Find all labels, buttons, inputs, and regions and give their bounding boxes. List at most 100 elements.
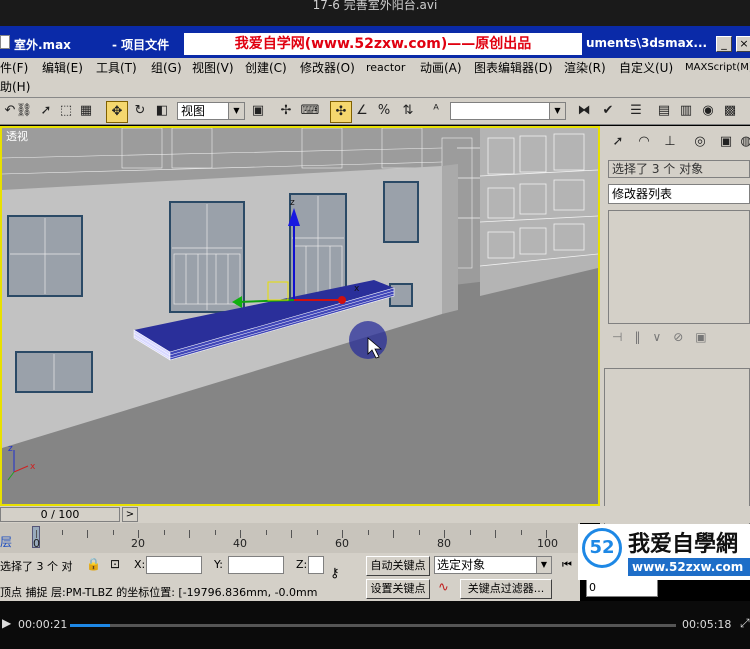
display-tab-icon[interactable]: ▣ [716, 132, 736, 152]
timeline-tick [495, 530, 496, 538]
curve-editor-icon[interactable]: ▤ [654, 101, 674, 121]
select-link-icon[interactable]: ⛓ [14, 101, 34, 121]
named-selection-dropdown[interactable]: ▼ [450, 102, 566, 120]
timeline-tick [316, 530, 318, 535]
menu-animation[interactable]: 动画(A) [420, 60, 462, 76]
menu-create[interactable]: 创建(C) [245, 60, 287, 76]
key-icon[interactable]: ⚷ [330, 566, 340, 581]
absolute-mode-icon[interactable]: ⊡ [110, 557, 120, 571]
menu-tools[interactable]: 工具(T) [96, 60, 137, 76]
fullscreen-icon[interactable]: ⤢ [740, 616, 750, 631]
play-icon[interactable]: ▶ [2, 616, 11, 630]
align-icon[interactable]: ✔ [598, 101, 618, 121]
current-frame-spinner[interactable]: 0 [586, 579, 658, 597]
z-coordinate-field[interactable] [308, 556, 324, 574]
gizmo-x-label: x [354, 284, 360, 294]
track-bar[interactable] [0, 523, 580, 553]
total-time: 00:05:18 [682, 618, 732, 631]
timeline-tick [189, 530, 190, 538]
seek-bar[interactable] [70, 624, 676, 627]
menu-graph-editors[interactable]: 图表编辑器(D) [474, 60, 553, 76]
utilities-tab-icon[interactable]: ◍ [736, 132, 750, 152]
timeline-tick [112, 530, 114, 535]
select-rotate-icon[interactable]: ↻ [130, 101, 150, 121]
window-crossing-icon[interactable]: ▦ [76, 101, 96, 121]
timeline-tick [520, 530, 522, 535]
frame-counter[interactable]: 0 / 100 [0, 507, 120, 522]
snap-toggle-icon[interactable]: ✣ [330, 101, 352, 123]
material-editor-icon[interactable]: ◉ [698, 101, 718, 121]
select-scale-icon[interactable]: ◧ [152, 101, 172, 121]
x-label: X: [134, 558, 146, 571]
menu-customize[interactable]: 自定义(U) [619, 60, 673, 76]
modifier-list-dropdown[interactable]: 修改器列表 [608, 184, 750, 204]
menu-file[interactable]: 件(F) [0, 60, 28, 76]
perspective-viewport[interactable] [0, 126, 600, 506]
tick-label: 100 [537, 537, 558, 550]
key-curve-icon[interactable]: ∿ [438, 580, 449, 595]
manipulate-icon[interactable]: ✢ [276, 101, 296, 121]
layer-manager-icon[interactable]: ☰ [626, 101, 646, 121]
keyboard-shortcut-icon[interactable]: ⌨ [300, 101, 320, 121]
logo-text: 我爱自學網 [628, 532, 739, 557]
player-title: 17-6 完善室外阳台.avi [312, 0, 438, 12]
reference-coordinate-value: 视图 [181, 104, 206, 118]
go-to-start-icon[interactable]: ⏮ [562, 558, 572, 572]
menu-views[interactable]: 视图(V) [192, 60, 234, 76]
hierarchy-tab-icon[interactable]: ⊥ [660, 132, 680, 152]
current-time: 00:00:21 [18, 618, 68, 631]
create-tab-icon[interactable]: ➚ [608, 132, 628, 152]
minimize-button[interactable]: _ [716, 36, 732, 52]
menu-modifiers[interactable]: 修改器(O) [300, 60, 355, 76]
auto-key-button[interactable]: 自动关键点 [366, 556, 430, 576]
prompt-line: 顶点 捕捉 层:PM-TLBZ 的坐标位置: [-19796.836mm, -0… [0, 586, 318, 599]
tripod-z-label: z [8, 444, 13, 454]
seek-bar-progress [70, 624, 110, 627]
stack-controls-icon[interactable]: ⊣‖∨⊘▣ [612, 330, 719, 344]
motion-tab-icon[interactable]: ◎ [690, 132, 710, 152]
pivot-center-icon[interactable]: ▣ [248, 101, 268, 121]
set-key-button[interactable]: 设置关键点 [366, 579, 430, 599]
close-button[interactable]: × [736, 36, 750, 52]
timeline-tick [214, 530, 216, 535]
y-coordinate-field[interactable] [228, 556, 284, 574]
selection-name-field[interactable]: 选择了 3 个 对象 [608, 160, 750, 178]
app-icon [0, 35, 10, 49]
lock-icon[interactable]: 🔒 [86, 557, 101, 571]
timeline-tick [291, 530, 292, 538]
mirror-icon[interactable]: ⧓ [574, 101, 594, 121]
menu-reactor[interactable]: reactor [366, 60, 405, 76]
tick-label: 60 [335, 537, 349, 550]
menu-edit[interactable]: 编辑(E) [42, 60, 83, 76]
parameters-rollout [604, 368, 750, 528]
percent-snap-icon[interactable]: % [374, 101, 394, 121]
modifier-stack[interactable] [608, 210, 750, 324]
timeline-tick [367, 530, 369, 535]
window-title-file: 室外.max [14, 38, 71, 52]
x-coordinate-field[interactable] [146, 556, 202, 574]
window-title-project: - 项目文件 [112, 38, 170, 52]
select-object-icon[interactable]: ➚ [36, 101, 56, 121]
menu-help[interactable]: 助(H) [0, 79, 30, 95]
spinner-snap-icon[interactable]: ⇅ [398, 101, 418, 121]
logo-url: www.52zxw.com [628, 558, 750, 576]
menu-rendering[interactable]: 渲染(R) [564, 60, 606, 76]
schematic-view-icon[interactable]: ▥ [676, 101, 696, 121]
next-frame-button[interactable]: > [122, 507, 138, 522]
tick-label: 20 [131, 537, 145, 550]
key-mode-dropdown[interactable]: 选定对象 ▼ [434, 556, 552, 574]
reference-coordinate-dropdown[interactable]: 视图 ▼ [177, 102, 245, 120]
menu-group[interactable]: 组(G) [151, 60, 182, 76]
viewport-scene [2, 128, 598, 504]
angle-snap-icon[interactable]: ∠ [352, 101, 372, 121]
viewport-label[interactable]: 透视 [6, 128, 28, 144]
modify-tab-icon[interactable]: ◠ [634, 132, 654, 152]
render-scene-icon[interactable]: ▩ [720, 101, 740, 121]
named-selection-icon[interactable]: ᴬ [426, 101, 446, 121]
menu-maxscript[interactable]: MAXScript(M) [685, 60, 750, 76]
gizmo-z-label: z [290, 198, 295, 208]
tick-label: 40 [233, 537, 247, 550]
select-move-icon[interactable]: ✥ [106, 101, 128, 123]
rectangle-selection-icon[interactable]: ⬚ [56, 101, 76, 121]
key-filters-button[interactable]: 关键点过滤器... [460, 579, 552, 599]
